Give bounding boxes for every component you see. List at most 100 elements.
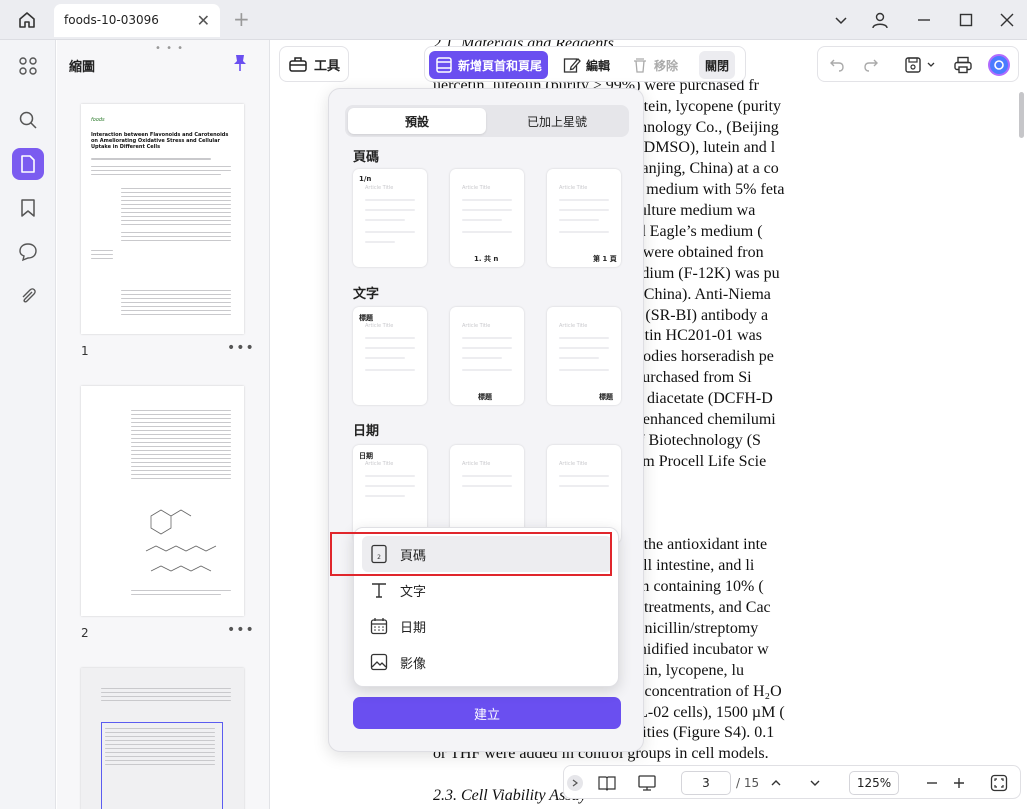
current-page-input[interactable]: 3 bbox=[681, 771, 731, 795]
zoom-level-input[interactable]: 125% bbox=[849, 771, 899, 795]
new-tab-icon[interactable]: + bbox=[233, 7, 250, 31]
chevron-down-icon bbox=[810, 780, 820, 786]
quick-actions-toolbar bbox=[817, 46, 1019, 82]
rail-bookmark-button[interactable] bbox=[12, 192, 44, 224]
template-page-number-3[interactable]: Article Title 第 1 頁 bbox=[547, 169, 621, 267]
edit-button[interactable]: 編輯 bbox=[557, 51, 616, 79]
remove-label: 移除 bbox=[654, 58, 679, 73]
rail-attachment-button[interactable] bbox=[12, 280, 44, 312]
template-text-2[interactable]: Article Title 標題 bbox=[450, 307, 524, 405]
page-navigation-bar: 3 / 15 125% bbox=[563, 765, 1021, 799]
menu-item-image[interactable]: 影像 bbox=[362, 644, 612, 680]
print-button[interactable] bbox=[952, 54, 974, 76]
template-title-placeholder: Article Title bbox=[462, 185, 491, 191]
template-title-placeholder: Article Title bbox=[559, 323, 588, 329]
add-header-footer-button[interactable]: 新增頁首和頁尾 bbox=[429, 51, 549, 79]
menu-item-text[interactable]: 文字 bbox=[362, 572, 612, 608]
home-button[interactable] bbox=[12, 6, 42, 34]
rail-thumbnails-button[interactable] bbox=[12, 148, 44, 180]
presentation-icon bbox=[638, 775, 656, 791]
pin-icon[interactable] bbox=[232, 54, 248, 76]
presentation-button[interactable] bbox=[636, 772, 658, 794]
rail-search-button[interactable] bbox=[12, 104, 44, 136]
template-title-placeholder: Article Title bbox=[462, 461, 491, 467]
fit-screen-icon bbox=[990, 774, 1008, 792]
left-rail bbox=[0, 40, 56, 809]
maximize-button[interactable] bbox=[951, 6, 981, 34]
bookmark-icon bbox=[21, 199, 35, 217]
template-page-number-1[interactable]: 1/n Article Title bbox=[353, 169, 427, 267]
printer-icon bbox=[954, 56, 972, 74]
template-label: 第 1 頁 bbox=[593, 255, 617, 263]
thumbnail-panel: • • • 縮圖 foods Interaction between Flavo… bbox=[57, 40, 270, 809]
rail-comments-button[interactable] bbox=[12, 236, 44, 268]
minimize-button[interactable] bbox=[909, 6, 939, 34]
section-text-title: 文字 bbox=[353, 287, 380, 302]
ai-assistant-icon bbox=[988, 54, 1010, 76]
tab-close-icon[interactable]: ✕ bbox=[197, 11, 210, 30]
template-text-1[interactable]: 標題 Article Title bbox=[353, 307, 427, 405]
next-page-button[interactable] bbox=[804, 772, 826, 794]
zoom-out-button[interactable] bbox=[921, 772, 943, 794]
page-more-icon[interactable]: ••• bbox=[227, 340, 255, 356]
previous-page-button[interactable] bbox=[765, 772, 787, 794]
page-more-icon[interactable]: ••• bbox=[227, 622, 255, 638]
template-title-placeholder: Article Title bbox=[462, 323, 491, 329]
pdf-editor-window: foods-10-03096 ✕ + • • • 縮圖 foods Intera… bbox=[0, 0, 1027, 809]
zoom-in-button[interactable] bbox=[948, 772, 970, 794]
title-bar: foods-10-03096 ✕ + bbox=[0, 0, 1027, 40]
vertical-scrollbar[interactable] bbox=[1019, 92, 1024, 138]
account-button[interactable] bbox=[865, 6, 895, 34]
close-window-button[interactable] bbox=[992, 6, 1022, 34]
undo-icon bbox=[830, 59, 844, 72]
page-thumbnail-3[interactable] bbox=[81, 668, 244, 809]
header-footer-icon bbox=[436, 57, 452, 73]
page-thumbnail-2[interactable] bbox=[81, 386, 244, 616]
text-icon bbox=[372, 583, 386, 598]
maximize-icon bbox=[959, 13, 973, 27]
header-footer-toolbar: 新增頁首和頁尾 編輯 移除 關閉 bbox=[424, 46, 746, 82]
resize-handle-icon[interactable]: • • • bbox=[155, 43, 184, 54]
save-options-button[interactable] bbox=[924, 54, 938, 76]
undo-button[interactable] bbox=[826, 54, 848, 76]
create-button[interactable]: 建立 bbox=[353, 697, 621, 729]
redo-button[interactable] bbox=[860, 54, 882, 76]
document-tab[interactable]: foods-10-03096 ✕ bbox=[54, 4, 220, 37]
book-icon bbox=[598, 776, 616, 791]
close-mode-button[interactable]: 關閉 bbox=[699, 51, 736, 79]
collapse-bar-button[interactable] bbox=[567, 775, 583, 791]
ai-assistant-button[interactable] bbox=[988, 54, 1010, 76]
template-text-3[interactable]: Article Title 標題 bbox=[547, 307, 621, 405]
chevron-right-icon bbox=[572, 779, 578, 787]
edit-icon bbox=[563, 58, 581, 73]
page-number-label: 2 bbox=[81, 626, 89, 640]
chevron-up-icon bbox=[771, 780, 781, 786]
comment-icon bbox=[19, 243, 37, 262]
rail-apps-button[interactable] bbox=[12, 50, 44, 82]
save-icon bbox=[905, 57, 921, 73]
highlight-annotation bbox=[330, 532, 612, 576]
tab-title: foods-10-03096 bbox=[64, 13, 159, 27]
paperclip-icon bbox=[22, 288, 36, 303]
image-icon bbox=[370, 653, 388, 671]
page-thumbnail-1[interactable]: foods Interaction between Flavonoids and… bbox=[81, 104, 244, 334]
tab-list-button[interactable] bbox=[826, 6, 856, 34]
minimize-icon bbox=[918, 19, 930, 21]
section-page-number-title: 頁碼 bbox=[353, 150, 380, 165]
template-title-placeholder: Article Title bbox=[365, 461, 394, 467]
calendar-icon bbox=[370, 618, 388, 635]
remove-button[interactable]: 移除 bbox=[625, 51, 684, 79]
template-label: 標題 bbox=[478, 393, 492, 401]
fit-page-button[interactable] bbox=[988, 772, 1010, 794]
template-page-number-2[interactable]: Article Title 1. 共 n bbox=[450, 169, 524, 267]
tab-starred[interactable]: 已加上星號 bbox=[488, 108, 626, 134]
reading-mode-button[interactable] bbox=[596, 772, 618, 794]
chevron-down-icon bbox=[927, 62, 935, 67]
tools-button[interactable]: 工具 bbox=[279, 46, 349, 82]
template-label: 標題 bbox=[599, 393, 613, 401]
tab-default[interactable]: 預設 bbox=[348, 108, 486, 134]
tools-label: 工具 bbox=[313, 58, 340, 74]
save-button[interactable] bbox=[902, 54, 924, 76]
menu-item-label: 影像 bbox=[400, 656, 427, 672]
menu-item-date[interactable]: 日期 bbox=[362, 608, 612, 644]
